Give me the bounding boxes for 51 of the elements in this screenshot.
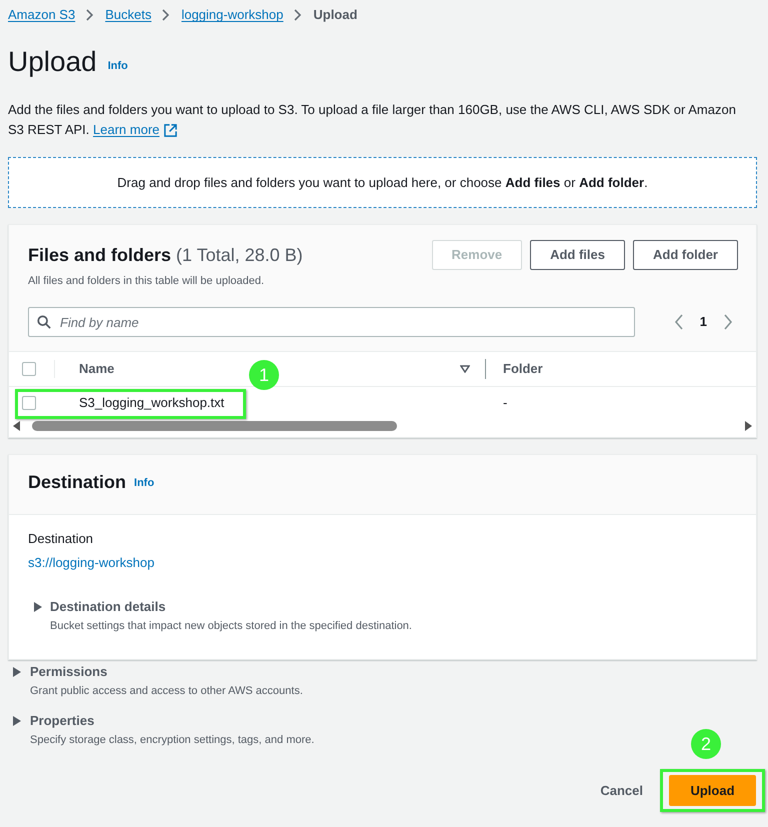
chevron-right-icon[interactable] [723,314,733,330]
file-count: (1 Total, 28.0 B) [176,244,303,267]
drop-zone[interactable]: Drag and drop files and folders you want to upload here, or choose Add files or Add folder. [8,157,757,208]
info-link[interactable]: Info [108,58,128,74]
breadcrumb-link[interactable]: logging-workshop [181,5,284,25]
section-description: Grant public access and access to other AWS accounts. [30,684,303,698]
info-link[interactable]: Info [134,474,154,492]
scroll-left-icon[interactable] [13,421,20,431]
page-number[interactable]: 1 [700,312,707,332]
file-name: S3_logging_workshop.txt [79,394,224,410]
folder-cell: - [503,394,508,410]
column-header[interactable]: Name [79,359,114,379]
external-link-icon [164,124,177,136]
toolbar-button[interactable]: Add folder [633,240,738,270]
upload-button[interactable]: Upload [669,775,756,806]
breadcrumb-link[interactable]: Amazon S3 [8,5,76,25]
page-title: Upload [8,45,97,79]
chevron-right-icon [162,9,170,21]
search-field[interactable]: Find by name [28,307,635,337]
destination-link[interactable]: s3://logging-workshop [28,554,154,572]
section-title[interactable]: Permissions [30,664,108,680]
chevron-right-icon [86,9,94,21]
section-description: Specify storage class, encryption settings, tags, and more. [30,733,314,747]
caret-right-icon[interactable] [13,716,21,726]
checkbox[interactable] [22,362,36,376]
panel-subtitle: All files and folders in this table will be uploaded. [28,274,264,289]
breadcrumb-current: Upload [313,6,358,24]
breadcrumb-link[interactable]: Buckets [105,5,152,25]
learn-more-link[interactable]: Learn more [93,120,177,140]
cancel-button[interactable]: Cancel [584,775,659,806]
section-description: Bucket settings that impact new objects stored in the specified destination. [50,619,412,633]
scrollbar-thumb[interactable] [32,421,397,431]
panel-title: Destination [28,470,126,494]
search-icon [37,315,51,329]
caret-right-icon[interactable] [34,602,42,612]
section-title[interactable]: Properties [30,713,94,729]
sort-icon[interactable] [460,365,470,373]
section-title[interactable]: Destination details [50,599,166,615]
callout-badge: 2 [691,729,721,759]
caret-right-icon[interactable] [13,667,21,677]
toolbar-button[interactable]: Add files [530,240,625,270]
panel-title: Files and folders [28,244,172,267]
chevron-right-icon [294,9,302,21]
callout-badge: 1 [249,360,279,390]
description-text: Add the files and folders you want to upload to S3. To upload a file larger than 160GB, use the AWS CLI, AWS SDK or Amazon S3 REST API. Learn more [8,100,753,140]
column-header[interactable]: Folder [503,359,543,379]
drop-zone-text: Drag and drop files and folders you want to upload here, or choose Add files or Add folder. [117,174,648,192]
scroll-right-icon[interactable] [745,421,752,431]
checkbox[interactable] [22,396,36,410]
field-label: Destination [28,530,94,548]
chevron-left-icon[interactable] [674,314,684,330]
